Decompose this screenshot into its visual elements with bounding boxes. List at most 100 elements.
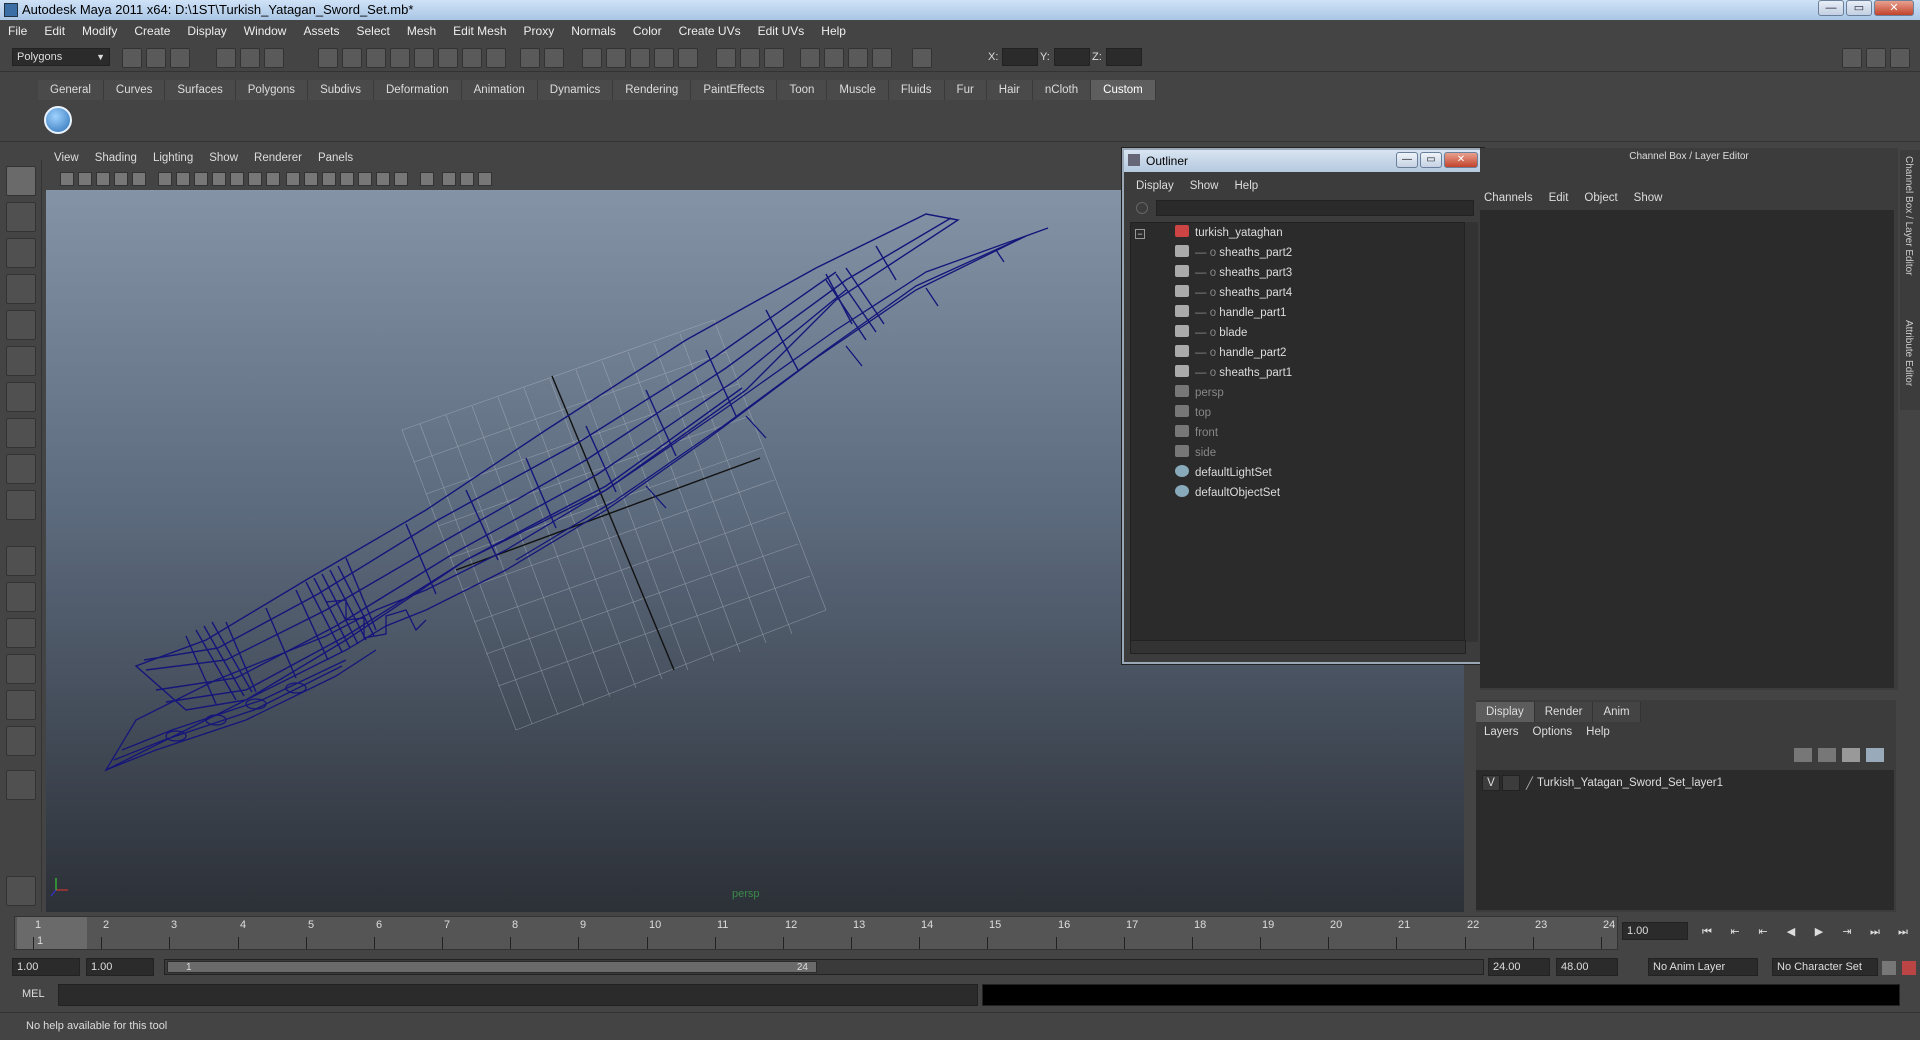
snap-grid-icon[interactable] [582,48,602,68]
command-input[interactable] [58,984,978,1006]
layer-menu-layers[interactable]: Layers [1484,726,1519,738]
outliner-item-mesh[interactable]: — o sheaths_part1 [1175,363,1292,383]
select-by-deformer-icon[interactable] [414,48,434,68]
tab-muscle[interactable]: Muscle [827,80,889,100]
cb-menu-edit[interactable]: Edit [1549,192,1569,204]
select-by-handle-icon[interactable] [318,48,338,68]
menu-display[interactable]: Display [187,24,226,38]
side-tab-channel-box[interactable]: Channel Box / Layer Editor [1903,156,1914,276]
outliner-item-group[interactable]: turkish_yataghan [1175,223,1283,243]
cb-menu-show[interactable]: Show [1634,192,1663,204]
outliner-item-mesh[interactable]: — o blade [1175,323,1247,343]
select-tool-icon[interactable] [6,166,36,196]
grid-toggle-icon[interactable] [158,172,172,186]
command-language-label[interactable]: MEL [22,988,45,1000]
field-chart-icon[interactable] [230,172,244,186]
time-slider[interactable]: 1 1 2 3 4 5 6 7 8 9 10 11 12 13 14 15 16 17 18 19 20 21 22 23 2… [14,916,1618,950]
outliner-item-mesh[interactable]: — o sheaths_part3 [1175,263,1292,283]
tab-fluids[interactable]: Fluids [888,80,945,100]
y-field[interactable] [1054,48,1090,66]
outliner-item-camera[interactable]: top [1175,403,1211,423]
outliner-item-set[interactable]: defaultObjectSet [1175,483,1280,503]
tab-render[interactable]: Render [1534,702,1594,722]
input-ops-icon[interactable] [716,48,736,68]
xray-joints-icon[interactable] [460,172,474,186]
layout-menu-icon[interactable] [6,770,36,800]
cb-menu-channels[interactable]: Channels [1484,192,1533,204]
outliner-item-camera[interactable]: side [1175,443,1216,463]
menu-edit[interactable]: Edit [44,24,65,38]
menu-mesh[interactable]: Mesh [407,24,436,38]
render-settings-icon[interactable] [872,48,892,68]
tab-hair[interactable]: Hair [986,80,1033,100]
hypershade-layout-icon[interactable] [6,690,36,720]
collapse-icon[interactable]: − [1135,229,1145,239]
transform-field-icon[interactable] [912,48,932,68]
layer-menu-options[interactable]: Options [1533,726,1573,738]
render-frame-icon[interactable] [824,48,844,68]
step-forward-frame-icon[interactable]: ⇥ [1836,924,1858,940]
select-by-rendering-icon[interactable] [462,48,482,68]
vp-menu-panels[interactable]: Panels [318,152,353,164]
lock-selection-icon[interactable] [520,48,540,68]
menu-proxy[interactable]: Proxy [524,24,555,38]
menu-color[interactable]: Color [633,24,662,38]
gate-mask-icon[interactable] [212,172,226,186]
tab-fur[interactable]: Fur [944,80,987,100]
persp-outliner-layout-icon[interactable] [6,618,36,648]
four-view-layout-icon[interactable] [6,582,36,612]
close-button[interactable]: ✕ [1874,0,1914,16]
playback-start-field[interactable]: 1.00 [86,958,154,976]
camera-attributes-icon[interactable] [78,172,92,186]
soft-modification-icon[interactable] [6,418,36,448]
snap-point-icon[interactable] [630,48,650,68]
range-handle[interactable]: 1 24 [167,961,817,973]
image-plane-icon[interactable] [114,172,128,186]
xray-icon[interactable] [442,172,456,186]
outliner-menu-show[interactable]: Show [1190,180,1219,192]
outliner-item-mesh[interactable]: — o handle_part2 [1175,343,1286,363]
menu-create[interactable]: Create [134,24,170,38]
backface-culling-icon[interactable] [478,172,492,186]
help-icon[interactable] [486,48,506,68]
outliner-item-mesh[interactable]: — o sheaths_part2 [1175,243,1292,263]
show-manipulator-icon[interactable] [6,454,36,484]
paint-select-tool-icon[interactable] [6,238,36,268]
textured-icon[interactable] [340,172,354,186]
tab-curves[interactable]: Curves [103,80,166,100]
search-options-icon[interactable] [1136,202,1148,214]
open-scene-icon[interactable] [146,48,166,68]
render-view-icon[interactable] [800,48,820,68]
step-back-key-icon[interactable]: ⇤ [1724,924,1746,940]
menu-modify[interactable]: Modify [82,24,117,38]
outliner-item-mesh[interactable]: — o sheaths_part4 [1175,283,1292,303]
save-scene-icon[interactable] [170,48,190,68]
tab-dynamics[interactable]: Dynamics [537,80,614,100]
crowd-tool-icon[interactable] [6,876,36,906]
tab-display[interactable]: Display [1476,702,1535,722]
playback-end-field[interactable]: 24.00 [1488,958,1550,976]
tab-ncloth[interactable]: nCloth [1032,80,1092,100]
last-tool-icon[interactable] [6,490,36,520]
go-to-start-icon[interactable]: ⏮ [1696,924,1718,940]
wireframe-icon[interactable] [286,172,300,186]
outliner-maximize-button[interactable]: ▭ [1420,152,1442,168]
vp-menu-show[interactable]: Show [209,152,238,164]
vp-menu-renderer[interactable]: Renderer [254,152,302,164]
smooth-shade-icon[interactable] [304,172,318,186]
step-back-frame-icon[interactable]: ⇤ [1752,924,1774,940]
layer-visibility-toggle[interactable]: V [1482,775,1500,791]
tab-toon[interactable]: Toon [777,80,828,100]
tab-animation[interactable]: Animation [461,80,538,100]
tab-anim[interactable]: Anim [1593,702,1641,722]
tab-rendering[interactable]: Rendering [613,80,692,100]
range-slider[interactable]: 1 24 [164,959,1484,975]
outliner-title-bar[interactable]: Outliner — ▭ ✕ [1124,150,1482,172]
outliner-menu-help[interactable]: Help [1235,180,1259,192]
select-by-dynamic-icon[interactable] [438,48,458,68]
vp-menu-view[interactable]: View [54,152,79,164]
lights-icon[interactable] [358,172,372,186]
minimize-button[interactable]: — [1818,0,1844,16]
current-frame-field[interactable]: 1.00 [1622,922,1688,940]
z-field[interactable] [1106,48,1142,66]
